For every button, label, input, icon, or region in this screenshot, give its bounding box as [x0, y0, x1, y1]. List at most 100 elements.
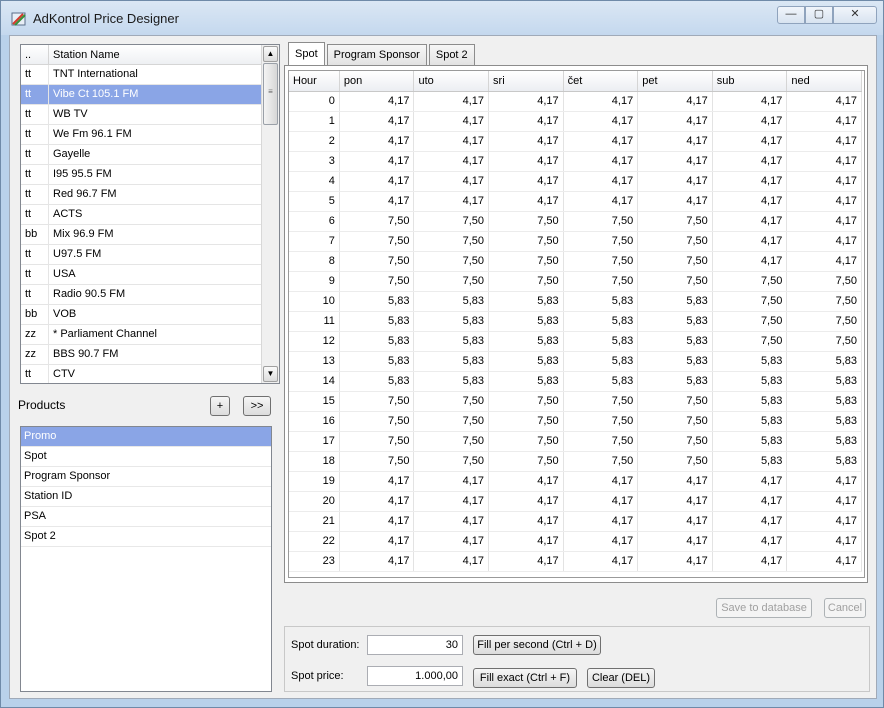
price-cell[interactable]: 7,50	[488, 391, 564, 412]
price-cell[interactable]: 4,17	[712, 211, 788, 232]
price-cell[interactable]: 5,83	[563, 291, 639, 312]
column-header-code[interactable]: ..	[21, 45, 49, 64]
station-row[interactable]: bb Mix 96.9 FM	[21, 225, 262, 245]
cancel-button[interactable]: Cancel	[824, 598, 866, 618]
price-cell[interactable]: 5,83	[786, 351, 862, 372]
product-item[interactable]: Promo	[21, 427, 271, 447]
price-cell[interactable]: 4,17	[488, 151, 564, 172]
price-cell[interactable]: 4,17	[712, 551, 788, 572]
price-cell[interactable]: 7,50	[339, 251, 415, 272]
station-row[interactable]: tt Gayelle	[21, 145, 262, 165]
price-cell[interactable]: 7,50	[413, 431, 490, 452]
price-cell[interactable]: 4,17	[712, 171, 788, 192]
price-cell[interactable]: 4,17	[488, 491, 564, 512]
price-cell[interactable]: 7,50	[339, 451, 415, 472]
fill-exact-button[interactable]: Fill exact (Ctrl + F)	[473, 668, 577, 688]
price-cell[interactable]: 5,83	[712, 351, 788, 372]
product-item[interactable]: Station ID	[21, 487, 271, 507]
price-cell[interactable]: 4,17	[712, 191, 788, 212]
price-cell[interactable]: 4,17	[712, 491, 788, 512]
price-cell[interactable]: 5,83	[786, 371, 862, 392]
price-cell[interactable]: 7,50	[712, 291, 788, 312]
price-cell[interactable]: 4,17	[637, 111, 713, 132]
price-cell[interactable]: 4,17	[712, 251, 788, 272]
maximize-button[interactable]: ▢	[805, 6, 833, 24]
price-cell[interactable]: 7,50	[637, 231, 713, 252]
tab-spot-2[interactable]: Spot 2	[428, 44, 475, 65]
price-cell[interactable]: 7,50	[712, 331, 788, 352]
column-header[interactable]: uto	[413, 71, 490, 92]
price-cell[interactable]: 5,83	[413, 311, 490, 332]
price-cell[interactable]: 5,83	[563, 371, 639, 392]
price-cell[interactable]: 7,50	[563, 231, 639, 252]
add-product-button[interactable]: +	[210, 396, 230, 416]
price-cell[interactable]: 7,50	[563, 431, 639, 452]
scroll-thumb[interactable]: ≡	[263, 63, 278, 125]
price-cell[interactable]: 4,17	[786, 131, 862, 152]
price-cell[interactable]: 4,17	[563, 131, 639, 152]
price-cell[interactable]: 5,83	[488, 311, 564, 332]
price-cell[interactable]: 4,17	[413, 191, 490, 212]
price-cell[interactable]: 5,83	[413, 291, 490, 312]
price-cell[interactable]: 5,83	[637, 331, 713, 352]
price-cell[interactable]: 4,17	[712, 151, 788, 172]
price-cell[interactable]: 4,17	[488, 551, 564, 572]
close-button[interactable]: ✕	[833, 6, 877, 24]
price-cell[interactable]: 5,83	[637, 351, 713, 372]
price-cell[interactable]: 4,17	[786, 511, 862, 532]
price-cell[interactable]: 4,17	[339, 491, 415, 512]
station-row[interactable]: zz BBS 90.7 FM	[21, 345, 262, 365]
price-cell[interactable]: 7,50	[637, 271, 713, 292]
price-cell[interactable]: 4,17	[712, 471, 788, 492]
fill-per-second-button[interactable]: Fill per second (Ctrl + D)	[473, 635, 601, 655]
price-cell[interactable]: 7,50	[339, 231, 415, 252]
price-cell[interactable]: 4,17	[488, 191, 564, 212]
price-cell[interactable]: 5,83	[339, 291, 415, 312]
price-cell[interactable]: 4,17	[488, 131, 564, 152]
tab-spot[interactable]: Spot	[288, 42, 325, 65]
column-header[interactable]: sub	[712, 71, 788, 92]
station-row[interactable]: tt Radio 90.5 FM	[21, 285, 262, 305]
price-cell[interactable]: 5,83	[413, 351, 490, 372]
price-cell[interactable]: 4,17	[339, 111, 415, 132]
price-cell[interactable]: 4,17	[339, 551, 415, 572]
price-cell[interactable]: 4,17	[339, 511, 415, 532]
price-cell[interactable]: 7,50	[488, 251, 564, 272]
price-cell[interactable]: 5,83	[563, 331, 639, 352]
price-cell[interactable]: 4,17	[488, 171, 564, 192]
price-cell[interactable]: 5,83	[488, 291, 564, 312]
price-cell[interactable]: 4,17	[786, 531, 862, 552]
price-cell[interactable]: 4,17	[786, 111, 862, 132]
price-cell[interactable]: 5,83	[712, 411, 788, 432]
price-cell[interactable]: 4,17	[712, 231, 788, 252]
column-header-station-name[interactable]: Station Name	[49, 45, 262, 64]
price-cell[interactable]: 4,17	[712, 511, 788, 532]
price-cell[interactable]: 4,17	[488, 531, 564, 552]
scroll-down-icon[interactable]: ▼	[263, 366, 278, 382]
price-cell[interactable]: 4,17	[786, 171, 862, 192]
price-cell[interactable]: 7,50	[488, 211, 564, 232]
price-cell[interactable]: 4,17	[712, 111, 788, 132]
price-cell[interactable]: 4,17	[563, 191, 639, 212]
price-cell[interactable]: 5,83	[712, 371, 788, 392]
price-cell[interactable]: 5,83	[339, 331, 415, 352]
price-cell[interactable]: 5,83	[413, 371, 490, 392]
product-item[interactable]: PSA	[21, 507, 271, 527]
price-cell[interactable]: 7,50	[413, 211, 490, 232]
price-cell[interactable]: 7,50	[339, 211, 415, 232]
price-cell[interactable]: 7,50	[488, 231, 564, 252]
price-cell[interactable]: 4,17	[563, 491, 639, 512]
price-cell[interactable]: 7,50	[637, 451, 713, 472]
price-cell[interactable]: 7,50	[563, 271, 639, 292]
column-header[interactable]: sri	[488, 71, 564, 92]
station-row[interactable]: tt I95 95.5 FM	[21, 165, 262, 185]
next-button[interactable]: >>	[243, 396, 271, 416]
price-cell[interactable]: 4,17	[563, 551, 639, 572]
price-cell[interactable]: 4,17	[786, 491, 862, 512]
price-cell[interactable]: 4,17	[637, 151, 713, 172]
price-cell[interactable]: 4,17	[488, 111, 564, 132]
price-cell[interactable]: 7,50	[413, 391, 490, 412]
product-item[interactable]: Spot	[21, 447, 271, 467]
station-row[interactable]: tt WB TV	[21, 105, 262, 125]
price-cell[interactable]: 5,83	[488, 371, 564, 392]
